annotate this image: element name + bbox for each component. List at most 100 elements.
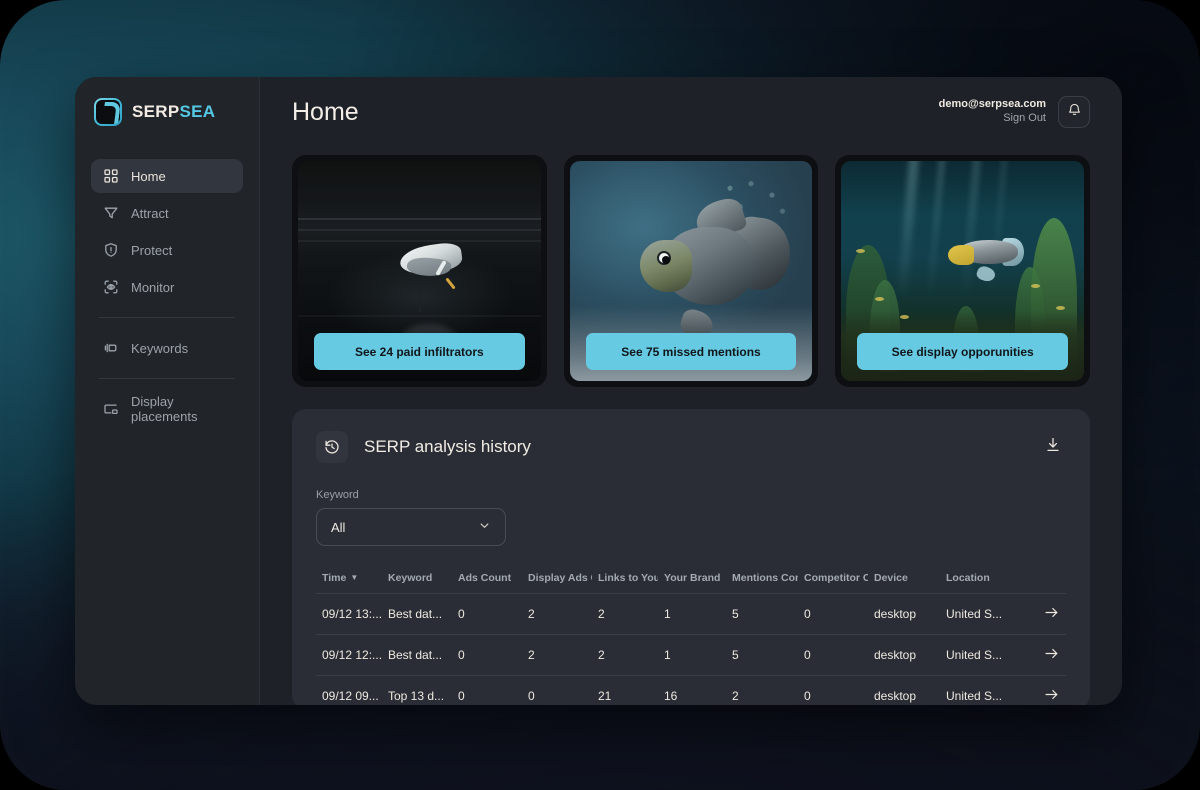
arrow-right-icon [1043,648,1060,665]
sidebar-item-attract[interactable]: Attract [91,196,243,230]
serpsea-logo-icon [94,98,122,126]
cell-your-brand: 1 [658,634,726,676]
column-header-location[interactable]: Location [940,572,1026,594]
promo-cta-button[interactable]: See 24 paid infiltrators [314,333,525,370]
serp-history-table: Time ▼ Keyword Ads Count Display Ads C Li… [316,572,1066,705]
sidebar-item-monitor[interactable]: Monitor [91,270,243,304]
display-icon [103,401,119,417]
cell-ads-count: 0 [452,634,522,676]
sidebar-divider-2 [99,378,235,379]
sign-out-link[interactable]: Sign Out [939,112,1046,126]
cell-competitor: 0 [798,675,868,705]
keyword-filter-block: Keyword All [316,489,1066,546]
cell-links-to-your: 21 [592,675,658,705]
brand-name-first: SERP [132,102,180,121]
download-button[interactable] [1040,434,1066,460]
column-header-ads-count[interactable]: Ads Count [452,572,522,594]
column-header-competitor[interactable]: Competitor C [798,572,868,594]
shield-icon [103,242,119,258]
cell-device: desktop [868,634,940,676]
sidebar-item-label: Home [131,168,166,184]
promo-card-missed-mentions[interactable]: See 75 missed mentions [563,155,819,387]
notifications-button[interactable] [1058,96,1090,128]
sidebar-item-protect[interactable]: Protect [91,233,243,267]
history-clock-icon [316,431,348,463]
table-body: 09/12 13:... Best dat... 0 2 2 1 5 0 des… [316,593,1066,705]
sidebar-item-label: Protect [131,242,173,258]
cell-links-to-your: 2 [592,634,658,676]
cell-location: United S... [940,593,1026,635]
table-row[interactable]: 09/12 09... Top 13 d... 0 0 21 16 2 0 de… [316,675,1066,705]
column-header-display-ads[interactable]: Display Ads C [522,572,592,594]
sidebar-item-keywords[interactable]: Keywords [91,331,243,365]
row-open-button[interactable] [1026,634,1066,676]
cell-your-brand: 1 [658,593,726,635]
table-row[interactable]: 09/12 13:... Best dat... 0 2 2 1 5 0 des… [316,593,1066,635]
arrow-right-icon [1043,607,1060,624]
sidebar-nav: Home Attract Protect Monitor Keywords Di… [91,159,243,429]
cell-display-ads: 0 [522,675,592,705]
account-email: demo@serpsea.com [938,98,1046,111]
table-header: Time ▼ Keyword Ads Count Display Ads C Li… [316,572,1066,594]
sort-caret-icon: ▼ [350,573,359,582]
serp-analysis-history-panel: SERP analysis history Keyword All Time ▼… [292,409,1090,705]
column-header-device[interactable]: Device [868,572,940,594]
sidebar-item-display-placements[interactable]: Display placements [91,392,243,426]
brand-name-second: SEA [179,102,216,121]
cell-device: desktop [868,593,940,635]
sidebar-item-label: Attract [131,205,169,221]
row-open-button[interactable] [1026,593,1066,635]
cell-competitor: 0 [798,634,868,676]
promo-card-row: See 24 paid infiltrators See 75 missed m… [292,155,1091,387]
column-header-action [1026,572,1066,594]
brand-name: SERPSEA [132,102,215,122]
keyword-filter-label: Keyword [316,489,359,501]
main-area: Home demo@serpsea.com Sign Out See 24 pa… [260,77,1122,705]
page-title: Home [292,97,359,126]
megaphone-icon [103,340,119,356]
cell-links-to-your: 2 [592,593,658,635]
cell-ads-count: 0 [452,675,522,705]
promo-card-paid-infiltrators[interactable]: See 24 paid infiltrators [292,155,547,387]
promo-cta-button[interactable]: See 75 missed mentions [585,333,797,370]
sidebar-item-home[interactable]: Home [91,159,243,193]
table-header-row: Time ▼ Keyword Ads Count Display Ads C Li… [316,572,1066,594]
cell-time: 09/12 12:... [316,634,382,676]
cell-device: desktop [868,675,940,705]
cell-mentions: 5 [726,634,798,676]
cell-your-brand: 16 [658,675,726,705]
column-header-label: Time [322,572,347,584]
cell-keyword: Best dat... [382,593,452,635]
sidebar: SERPSEA Home Attract Protect Monitor Key… [75,77,260,705]
cell-mentions: 5 [726,593,798,635]
scan-eye-icon [103,279,119,295]
sidebar-item-label: Keywords [131,340,189,356]
column-header-time[interactable]: Time ▼ [316,572,382,594]
cell-ads-count: 0 [452,593,522,635]
column-header-mentions[interactable]: Mentions Con [726,572,798,594]
cell-time: 09/12 09... [316,675,382,705]
grid-icon [103,168,119,184]
content-scroll: See 24 paid infiltrators See 75 missed m… [260,147,1122,705]
column-header-your-brand[interactable]: Your Brand [658,572,726,594]
desktop-backdrop: SERPSEA Home Attract Protect Monitor Key… [0,0,1200,790]
keyword-select-value: All [331,519,346,535]
promo-card-display-opportunities[interactable]: See display opporunities [835,155,1091,387]
application-window: SERPSEA Home Attract Protect Monitor Key… [75,77,1122,705]
bell-icon [1067,102,1082,122]
sidebar-divider-1 [99,317,235,318]
download-icon [1044,436,1062,459]
arrow-right-icon [1043,689,1060,705]
cell-keyword: Top 13 d... [382,675,452,705]
column-header-links-to-your[interactable]: Links to Your [592,572,658,594]
cell-display-ads: 2 [522,634,592,676]
table-row[interactable]: 09/12 12:... Best dat... 0 2 2 1 5 0 des… [316,634,1066,676]
column-header-keyword[interactable]: Keyword [382,572,452,594]
row-open-button[interactable] [1026,675,1066,705]
chevron-down-icon [478,519,491,535]
brand-logo[interactable]: SERPSEA [91,77,243,147]
cell-display-ads: 2 [522,593,592,635]
promo-cta-button[interactable]: See display opporunities [857,333,1069,370]
keyword-select[interactable]: All [316,508,506,546]
sidebar-item-label: Monitor [131,279,175,295]
